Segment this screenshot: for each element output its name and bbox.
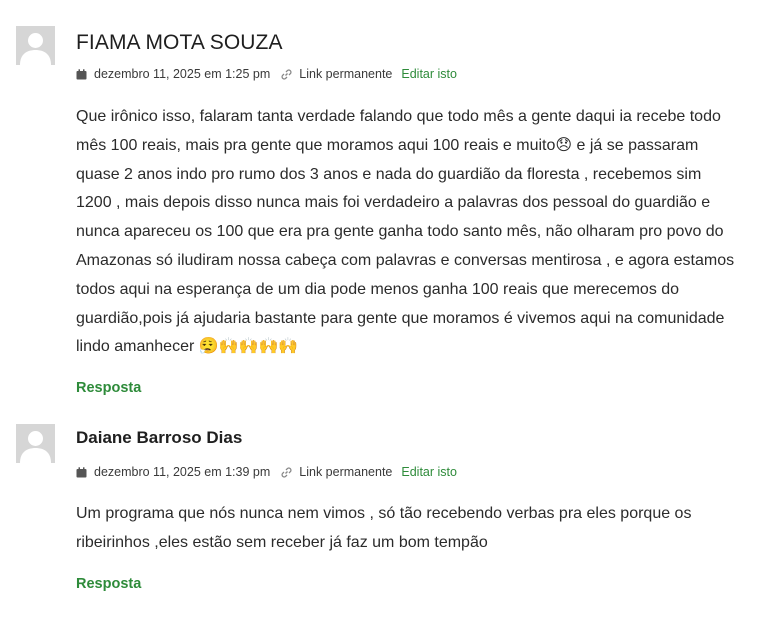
link-icon — [281, 69, 292, 80]
avatar-silhouette-icon — [16, 424, 55, 463]
calendar-icon — [76, 466, 87, 478]
edit-link[interactable]: Editar isto — [401, 465, 457, 479]
edit-link[interactable]: Editar isto — [401, 67, 457, 81]
comment-date[interactable]: dezembro 11, 2025 em 1:25 pm — [94, 67, 270, 81]
permalink-link[interactable]: Link permanente — [299, 67, 392, 81]
link-icon — [281, 467, 292, 478]
reply-link[interactable]: Resposta — [76, 380, 141, 396]
comment-text: Que irônico isso, falaram tanta verdade … — [76, 103, 741, 362]
comment-meta: dezembro 11, 2025 em 1:25 pm Link perman… — [76, 67, 457, 81]
avatar-silhouette-icon — [16, 26, 55, 65]
comment-author[interactable]: FIAMA MOTA SOUZA — [76, 31, 283, 55]
comment-text-paragraph: Um programa que nós nunca nem vimos , só… — [76, 505, 692, 551]
comment-meta: dezembro 11, 2025 em 1:39 pm Link perman… — [76, 465, 457, 479]
reply-link[interactable]: Resposta — [76, 576, 141, 592]
avatar — [16, 26, 55, 65]
comment-date[interactable]: dezembro 11, 2025 em 1:39 pm — [94, 465, 270, 479]
comment-author[interactable]: Daiane Barroso Dias — [76, 428, 242, 448]
calendar-icon — [76, 68, 87, 80]
comment-text-paragraph: Que irônico isso, falaram tanta verdade … — [76, 108, 735, 356]
comment-text: Um programa que nós nunca nem vimos , só… — [76, 500, 741, 558]
avatar — [16, 424, 55, 463]
permalink-link[interactable]: Link permanente — [299, 465, 392, 479]
